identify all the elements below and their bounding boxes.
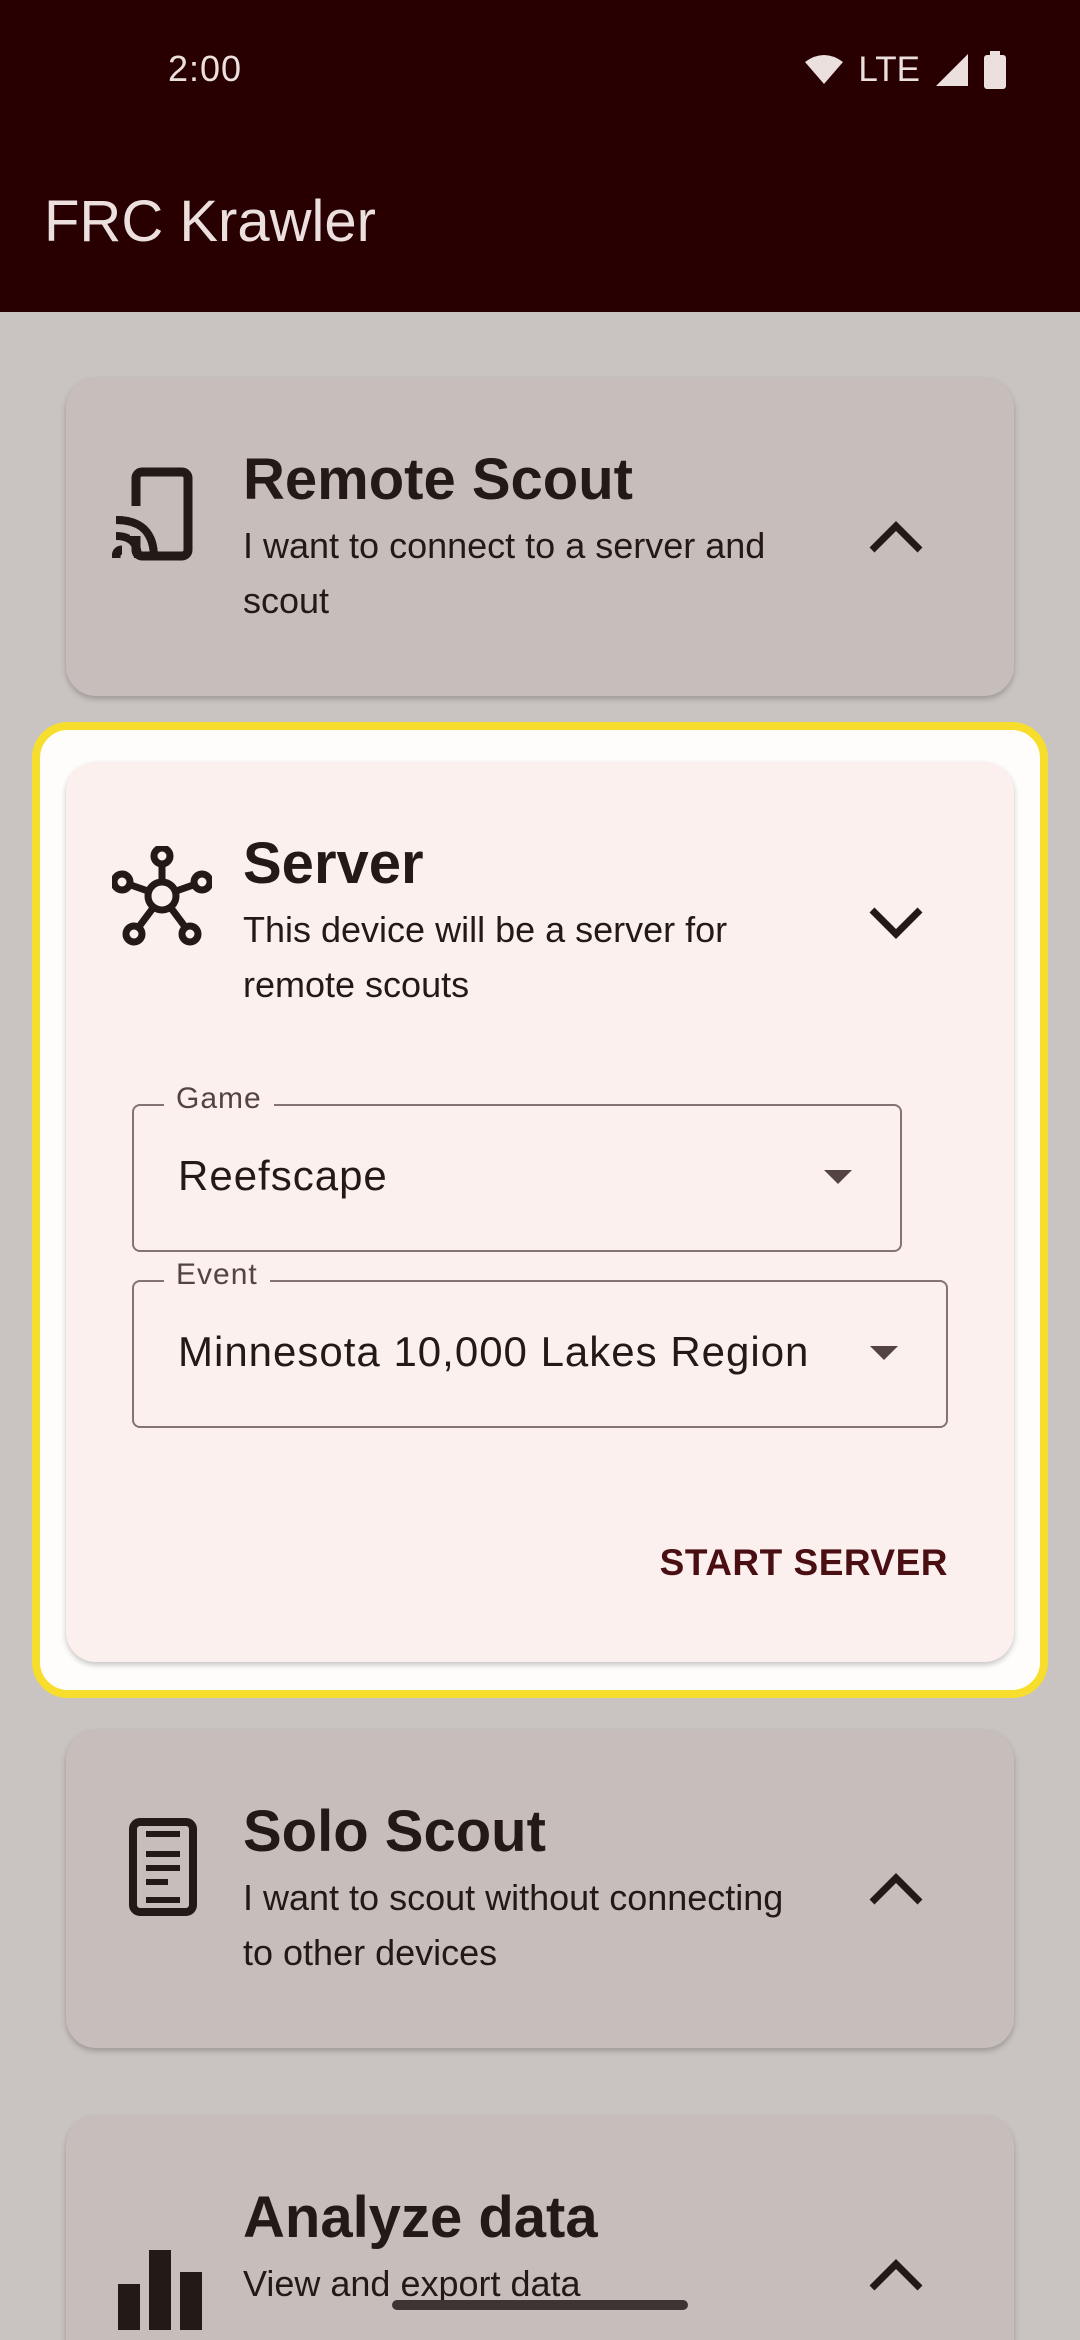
- server-card[interactable]: Server This device will be a server for …: [66, 762, 1014, 1662]
- game-label: Game: [164, 1082, 274, 1116]
- wifi-icon: [805, 55, 844, 84]
- event-label: Event: [164, 1258, 270, 1292]
- event-dropdown[interactable]: Event Minnesota 10,000 Lakes Regional: [132, 1258, 948, 1428]
- tablet-document-icon: [129, 1818, 197, 1916]
- battery-icon: [984, 51, 1006, 89]
- solo-scout-description: I want to scout without connecting to ot…: [243, 1877, 784, 1973]
- remote-scout-card[interactable]: Remote Scout I want to connect to a serv…: [66, 378, 1014, 696]
- hub-icon: [112, 846, 212, 946]
- dropdown-arrow-icon[interactable]: [870, 1346, 898, 1360]
- game-value: Reefscape: [178, 1152, 388, 1199]
- event-value: Minnesota 10,000 Lakes Regional: [178, 1328, 806, 1375]
- app-title: FRC Krawler: [44, 189, 376, 254]
- analyze-data-title: Analyze data: [243, 2185, 598, 2250]
- remote-scout-title: Remote Scout: [243, 447, 633, 512]
- cell-signal-icon: [936, 54, 968, 86]
- solo-scout-card[interactable]: Solo Scout I want to scout without conne…: [66, 1730, 1014, 2048]
- status-time: 2:00: [168, 48, 243, 89]
- status-icons: LTE: [804, 48, 1006, 92]
- bar-chart-icon: [118, 2250, 202, 2330]
- start-server-button[interactable]: START SERVER: [660, 1542, 948, 1584]
- remote-scout-description: I want to connect to a server and scout: [243, 525, 766, 621]
- chevron-down-icon[interactable]: [866, 892, 926, 952]
- cast-icon: [112, 467, 193, 561]
- network-type: LTE: [858, 50, 920, 89]
- server-description: This device will be a server for remote …: [243, 909, 728, 1005]
- dropdown-arrow-icon[interactable]: [824, 1170, 852, 1184]
- gesture-nav-handle[interactable]: [392, 2300, 688, 2310]
- chevron-up-icon[interactable]: [866, 1860, 926, 1920]
- game-dropdown[interactable]: Game Reefscape: [132, 1082, 902, 1252]
- top-app-bar: 2:00 LTE FRC Krawler: [0, 0, 1080, 312]
- server-title: Server: [243, 831, 424, 896]
- solo-scout-title: Solo Scout: [243, 1799, 546, 1864]
- chevron-up-icon[interactable]: [866, 2246, 926, 2306]
- chevron-up-icon[interactable]: [866, 508, 926, 568]
